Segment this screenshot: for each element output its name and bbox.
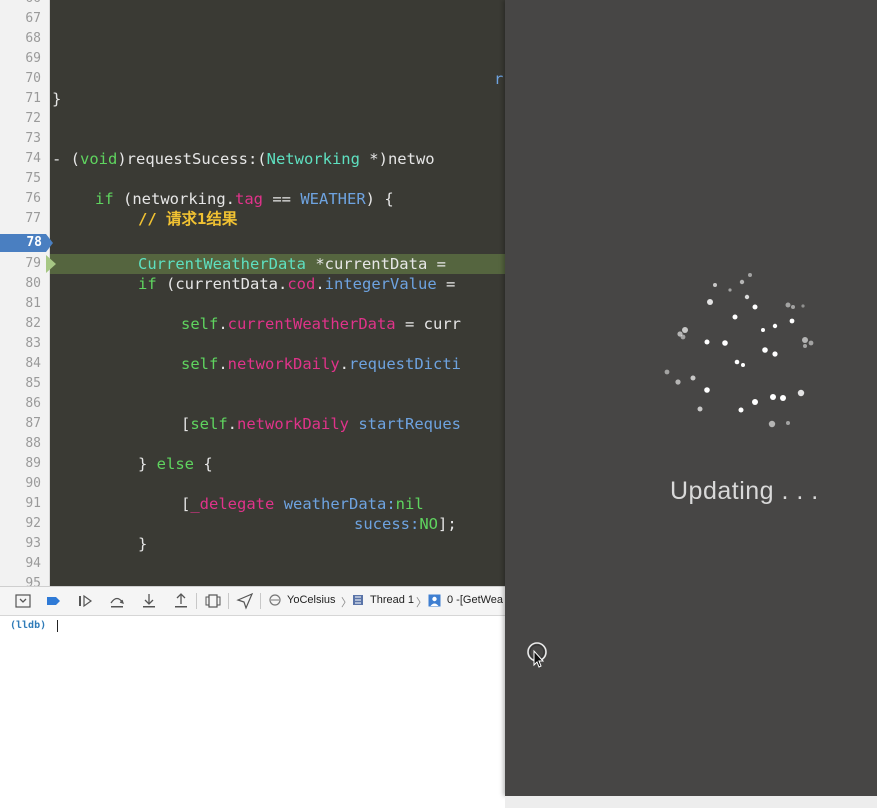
line-number: 87 <box>25 416 41 431</box>
code-line-70: r <box>494 70 504 88</box>
debug-view-hierarchy-icon[interactable] <box>204 592 222 610</box>
code-line-93: } <box>138 535 148 553</box>
breakpoint-line-number: 78 <box>26 235 42 250</box>
code-line-76: if (networking.tag == WEATHER) { <box>95 190 394 208</box>
line-number: 90 <box>25 476 41 491</box>
mouse-cursor-icon <box>527 642 547 668</box>
line-number: 75 <box>25 171 41 186</box>
line-number: 81 <box>25 296 41 311</box>
line-number: 93 <box>25 536 41 551</box>
breadcrumb-chevron-icon: 〉 <box>341 597 352 609</box>
debug-toolbar: YoCelsius 〉 Thread 1 〉 0 -[GetWea <box>0 586 505 616</box>
line-number: 86 <box>25 396 41 411</box>
simulator-window-edge <box>505 796 877 808</box>
updating-status-text: Updating . . . <box>670 477 819 505</box>
line-number: 74 <box>25 151 41 166</box>
simulator-screen[interactable]: Updating . . . <box>505 0 877 796</box>
line-number: 69 <box>25 51 41 66</box>
continue-icon[interactable] <box>76 592 94 610</box>
loading-spinner-icon <box>664 273 814 428</box>
line-number: 72 <box>25 111 41 126</box>
toolbar-separator <box>260 593 261 609</box>
line-number: 82 <box>25 316 41 331</box>
app-process-icon <box>269 594 281 606</box>
simulate-location-icon[interactable] <box>236 592 254 610</box>
thread-icon <box>353 595 363 605</box>
breakpoint-marker-tip <box>46 234 53 252</box>
step-over-icon[interactable] <box>108 592 126 610</box>
line-number-gutter[interactable]: 66 67 68 69 70 71 72 73 74 75 76 77 79 8… <box>0 0 50 586</box>
line-number: 68 <box>25 31 41 46</box>
breadcrumb-chevron-icon: 〉 <box>416 597 427 609</box>
toolbar-separator <box>196 593 197 609</box>
line-number: 94 <box>25 556 41 571</box>
code-line-84: self.networkDaily.requestDicti <box>181 355 461 373</box>
code-line-82: self.currentWeatherData = curr <box>181 315 461 333</box>
toolbar-separator <box>228 593 229 609</box>
line-number: 84 <box>25 356 41 371</box>
line-number: 79 <box>25 256 41 271</box>
line-number: 71 <box>25 91 41 106</box>
line-number: 66 <box>1 0 41 9</box>
code-line-79: CurrentWeatherData *currentData = <box>138 255 456 273</box>
line-number: 91 <box>25 496 41 511</box>
line-number: 77 <box>25 211 41 226</box>
console-prompt: (lldb) <box>10 620 47 631</box>
lldb-console[interactable]: (lldb) <box>0 616 505 808</box>
step-out-icon[interactable] <box>172 592 190 610</box>
line-number: 80 <box>25 276 41 291</box>
line-number: 89 <box>25 456 41 471</box>
code-line-74: - (void)requestSucess:(Networking *)netw… <box>52 150 435 168</box>
breakpoints-toggle-icon[interactable] <box>44 592 62 610</box>
breadcrumb-frame[interactable]: 0 -[GetWea <box>447 594 503 606</box>
line-number: 92 <box>25 516 41 531</box>
line-number: 67 <box>25 11 41 26</box>
code-line-71: } <box>52 90 62 108</box>
code-line-92: sucess:NO]; <box>354 515 457 533</box>
code-line-91: [_delegate weatherData:nil <box>181 495 424 513</box>
code-line-77: // 请求1结果 <box>138 210 238 228</box>
line-number: 88 <box>25 436 41 451</box>
code-line-87: [self.networkDaily startReques <box>181 415 461 433</box>
hide-debug-area-icon[interactable] <box>14 592 32 610</box>
line-number: 95 <box>25 576 41 586</box>
line-number: 85 <box>25 376 41 391</box>
line-number: 83 <box>25 336 41 351</box>
text-caret <box>57 620 58 632</box>
line-number: 76 <box>25 191 41 206</box>
stack-frame-icon <box>428 594 441 607</box>
code-line-80: if (currentData.cod.integerValue = <box>138 275 456 293</box>
code-line-89: } else { <box>138 455 213 473</box>
code-editor[interactable]: 66 67 68 69 70 71 72 73 74 75 76 77 79 8… <box>0 0 505 586</box>
line-number: 70 <box>25 71 41 86</box>
line-number: 73 <box>25 131 41 146</box>
instruction-pointer-arrow[interactable] <box>46 255 56 273</box>
breadcrumb-app[interactable]: YoCelsius <box>287 594 336 606</box>
step-into-icon[interactable] <box>140 592 158 610</box>
breadcrumb-thread[interactable]: Thread 1 <box>370 594 414 606</box>
